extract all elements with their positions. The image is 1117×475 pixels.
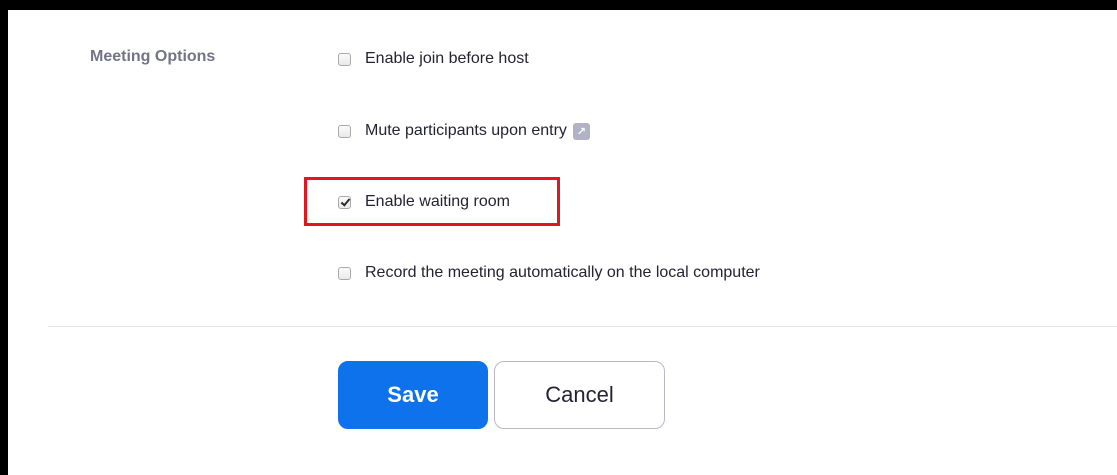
mute-participants-label[interactable]: Mute participants upon entry: [365, 122, 567, 140]
option-waiting-room[interactable]: Enable waiting room: [338, 191, 510, 213]
info-badge-icon[interactable]: ↗: [572, 122, 590, 140]
section-divider: [48, 326, 1117, 327]
cancel-button[interactable]: Cancel: [494, 361, 665, 429]
join-before-host-checkbox[interactable]: [338, 52, 351, 66]
save-button[interactable]: Save: [338, 361, 488, 429]
auto-record-local-checkbox[interactable]: [338, 266, 351, 280]
auto-record-local-label[interactable]: Record the meeting automatically on the …: [365, 264, 760, 282]
option-auto-record-local[interactable]: Record the meeting automatically on the …: [338, 262, 760, 284]
join-before-host-label[interactable]: Enable join before host: [365, 50, 529, 68]
waiting-room-label[interactable]: Enable waiting room: [365, 193, 510, 211]
meeting-options-label: Meeting Options: [90, 48, 216, 65]
meeting-options-panel: Meeting Options Enable join before host …: [8, 10, 1117, 475]
mute-participants-checkbox[interactable]: [338, 124, 351, 138]
option-join-before-host[interactable]: Enable join before host: [338, 48, 529, 70]
waiting-room-checkbox[interactable]: [338, 195, 351, 209]
option-mute-participants[interactable]: Mute participants upon entry ↗: [338, 120, 590, 142]
